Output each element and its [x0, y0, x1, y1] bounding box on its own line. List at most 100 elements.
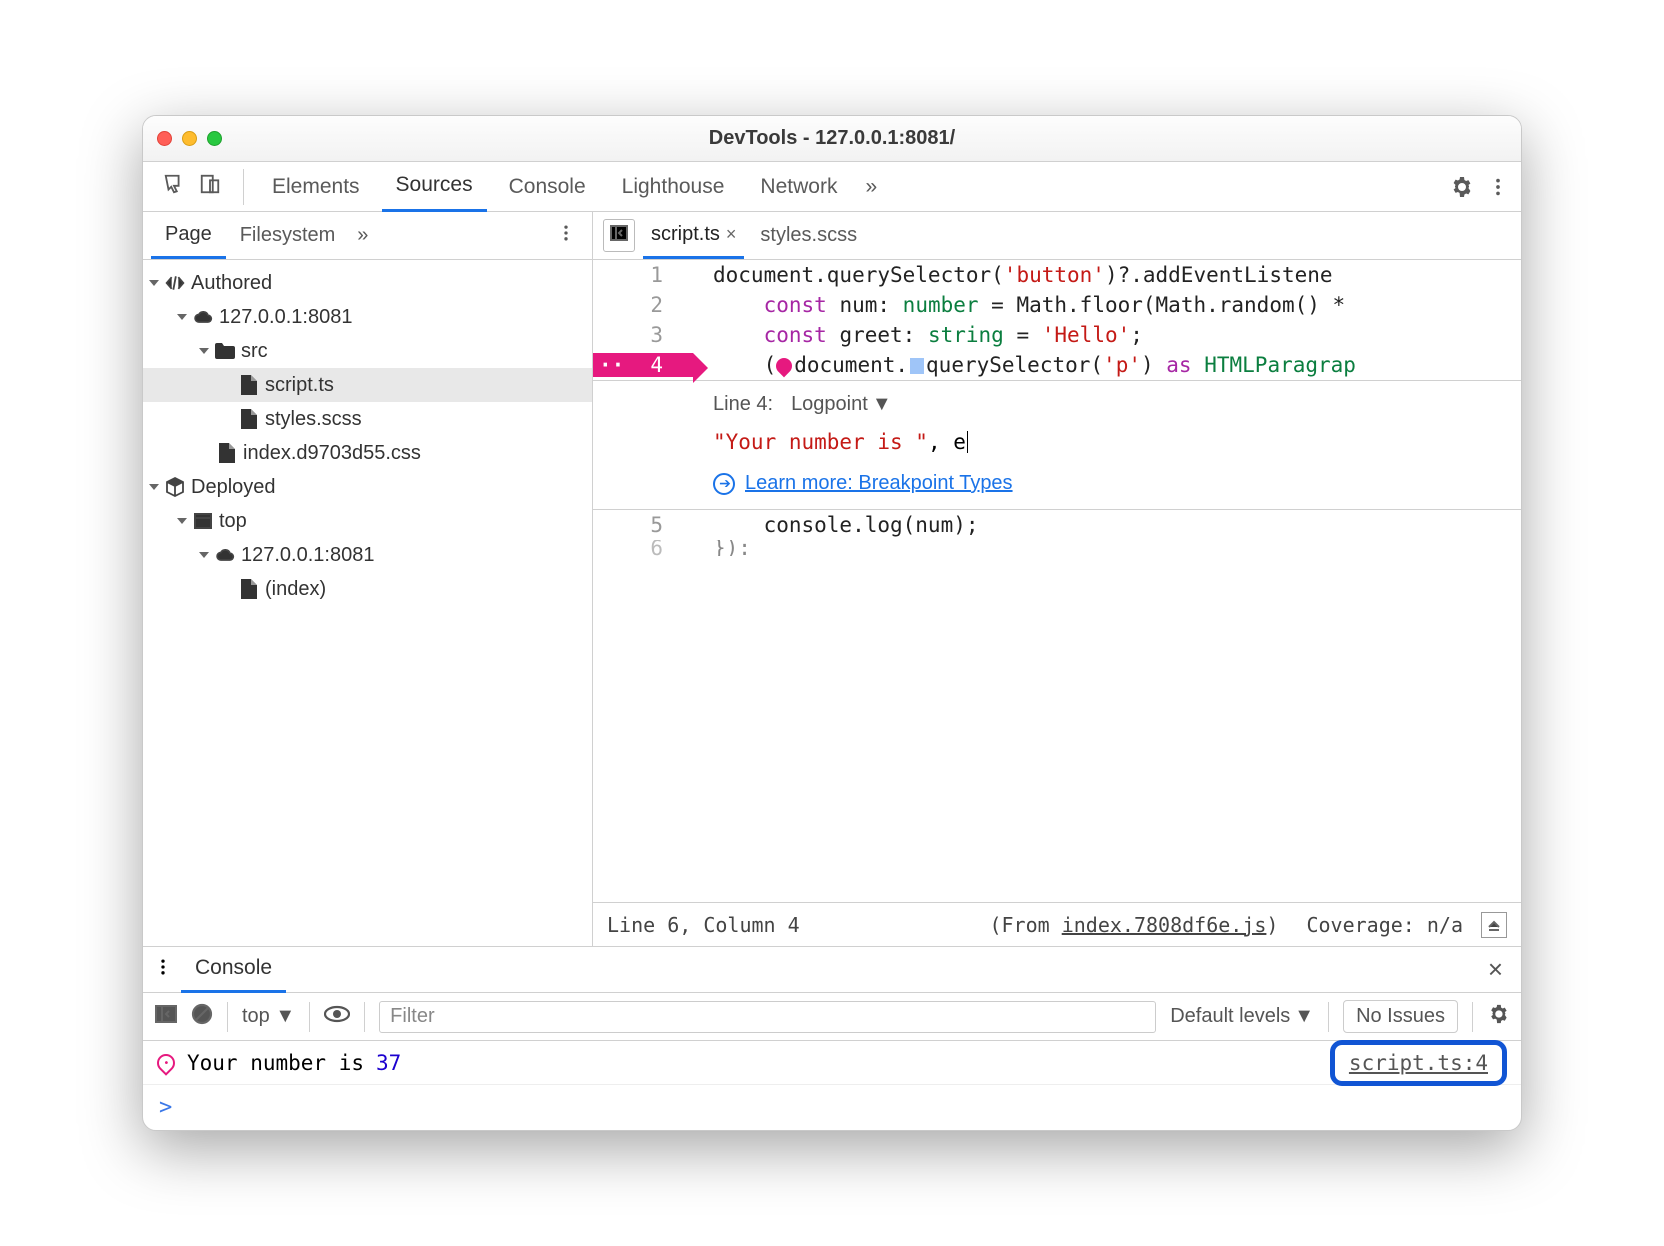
tree-node-host[interactable]: 127.0.0.1:8081 [143, 300, 592, 334]
window-minimize-button[interactable] [182, 131, 197, 146]
cloud-icon [215, 547, 235, 563]
drawer-close-icon[interactable]: × [1480, 954, 1511, 985]
devtools-window: DevTools - 127.0.0.1:8081/ Elements Sour… [142, 115, 1522, 1131]
window-title: DevTools - 127.0.0.1:8081/ [709, 127, 955, 150]
console-sidebar-toggle-icon[interactable] [155, 1005, 177, 1029]
tree-label: Deployed [191, 476, 276, 499]
filetab-label: styles.scss [760, 224, 857, 247]
logpoint-expression-input[interactable]: "Your number is ", e [713, 430, 1503, 454]
gutter-line-5[interactable]: 5 [593, 513, 693, 537]
main-tabs: Elements Sources Console Lighthouse Netw… [143, 162, 1521, 212]
tab-network[interactable]: Network [746, 163, 851, 211]
step-marker-icon [910, 358, 924, 374]
bp-type-dropdown[interactable]: Logpoint ▼ [791, 393, 1071, 416]
editor-pane: script.ts × styles.scss 1 document.query… [593, 212, 1521, 946]
close-icon[interactable]: × [726, 224, 737, 245]
chevron-down-icon: ▼ [275, 1005, 295, 1027]
log-message-value: 37 [376, 1051, 401, 1075]
tree-label: 127.0.0.1:8081 [241, 544, 374, 567]
subtab-filesystem[interactable]: Filesystem [226, 214, 350, 257]
tree-label: (index) [265, 578, 326, 601]
gutter-line-6[interactable]: 6 [593, 540, 693, 556]
file-icon [239, 409, 259, 429]
subtab-page[interactable]: Page [151, 213, 226, 259]
code-editor[interactable]: 1 document.querySelector('button')?.addE… [593, 260, 1521, 902]
tree-label: top [219, 510, 247, 533]
tree-label: src [241, 340, 268, 363]
file-tree: Authored 127.0.0.1:8081 src [143, 260, 592, 946]
chevron-down-icon: ▼ [1294, 1005, 1314, 1028]
window-close-button[interactable] [157, 131, 172, 146]
tab-elements[interactable]: Elements [258, 163, 374, 211]
log-message-text: Your number is [187, 1051, 364, 1075]
tree-node-authored[interactable]: Authored [143, 266, 592, 300]
tree-label: 127.0.0.1:8081 [219, 306, 352, 329]
tree-node-top[interactable]: top [143, 504, 592, 538]
show-drawer-icon[interactable] [1481, 912, 1507, 938]
filetab-styles-scss[interactable]: styles.scss [752, 214, 865, 257]
tab-sources[interactable]: Sources [382, 161, 487, 212]
learn-more-link[interactable]: Learn more: Breakpoint Types [745, 472, 1013, 495]
tree-node-index[interactable]: (index) [143, 572, 592, 606]
log-levels-dropdown[interactable]: Default levels ▼ [1170, 1005, 1314, 1028]
issues-button[interactable]: No Issues [1343, 1000, 1458, 1033]
window-maximize-button[interactable] [207, 131, 222, 146]
tab-console[interactable]: Console [495, 163, 600, 211]
chevron-down-icon: ▼ [872, 393, 892, 416]
tree-node-script-ts[interactable]: script.ts [143, 368, 592, 402]
inspect-element-icon[interactable] [163, 173, 185, 201]
gutter-line-2[interactable]: 2 [593, 293, 693, 317]
file-icon [217, 443, 237, 463]
console-log-row[interactable]: Your number is 37 script.ts:4 [143, 1041, 1521, 1085]
tree-node-src[interactable]: src [143, 334, 592, 368]
navigator-more-icon[interactable] [548, 223, 584, 249]
more-vertical-icon[interactable] [1487, 176, 1509, 198]
subtabs-overflow-icon[interactable]: » [357, 224, 368, 247]
file-icon [239, 375, 259, 395]
console-settings-gear-icon[interactable] [1487, 1003, 1509, 1031]
console-drawer: Console × top ▼ Filter Default levels ▼ [143, 946, 1521, 1130]
gutter-line-4-breakpoint[interactable]: ··4 [593, 353, 693, 377]
cursor-position: Line 6, Column 4 [607, 913, 800, 937]
tree-node-index-css[interactable]: index.d9703d55.css [143, 436, 592, 470]
drawer-more-icon[interactable] [153, 957, 173, 983]
sourcemap-origin-link[interactable]: index.7808df6e.js [1062, 913, 1267, 937]
filetab-script-ts[interactable]: script.ts × [643, 213, 744, 259]
live-expression-icon[interactable] [324, 1005, 350, 1029]
toggle-navigator-icon[interactable] [603, 219, 635, 252]
tabs-overflow-icon[interactable]: » [865, 175, 877, 199]
console-filter-input[interactable]: Filter [379, 1001, 1156, 1033]
code-brackets-icon [165, 274, 185, 292]
tree-node-styles-scss[interactable]: styles.scss [143, 402, 592, 436]
tab-lighthouse[interactable]: Lighthouse [608, 163, 739, 211]
gutter-line-1[interactable]: 1 [593, 263, 693, 287]
tree-node-deployed[interactable]: Deployed [143, 470, 592, 504]
tree-label: Authored [191, 272, 272, 295]
log-source-link[interactable]: script.ts:4 [1330, 1040, 1507, 1086]
folder-icon [215, 343, 235, 359]
logpoint-badge-icon [773, 355, 796, 378]
cloud-icon [193, 309, 213, 325]
console-prompt[interactable]: > [143, 1085, 1521, 1130]
gutter-line-3[interactable]: 3 [593, 323, 693, 347]
logpoint-marker-icon [153, 1050, 178, 1075]
tree-label: index.d9703d55.css [243, 442, 421, 465]
tree-label: script.ts [265, 374, 334, 397]
tree-label: styles.scss [265, 408, 362, 431]
device-toolbar-icon[interactable] [199, 173, 221, 201]
tree-node-host-2[interactable]: 127.0.0.1:8081 [143, 538, 592, 572]
info-arrow-icon: ➔ [713, 473, 735, 495]
titlebar: DevTools - 127.0.0.1:8081/ [143, 116, 1521, 162]
coverage-status: Coverage: n/a [1306, 913, 1463, 937]
editor-statusbar: Line 6, Column 4 (From index.7808df6e.js… [593, 902, 1521, 946]
context-selector[interactable]: top ▼ [242, 1005, 295, 1028]
filetab-label: script.ts [651, 223, 720, 246]
file-icon [239, 579, 259, 599]
bp-line-label: Line 4: [713, 393, 773, 416]
settings-gear-icon[interactable] [1449, 175, 1473, 199]
frame-icon [193, 513, 213, 529]
drawer-tab-console[interactable]: Console [181, 946, 286, 993]
clear-console-icon[interactable] [191, 1003, 213, 1031]
navigator-pane: Page Filesystem » Authored [143, 212, 593, 946]
breakpoint-editor: Line 4: Logpoint ▼ "Your number is ", e … [593, 380, 1521, 510]
